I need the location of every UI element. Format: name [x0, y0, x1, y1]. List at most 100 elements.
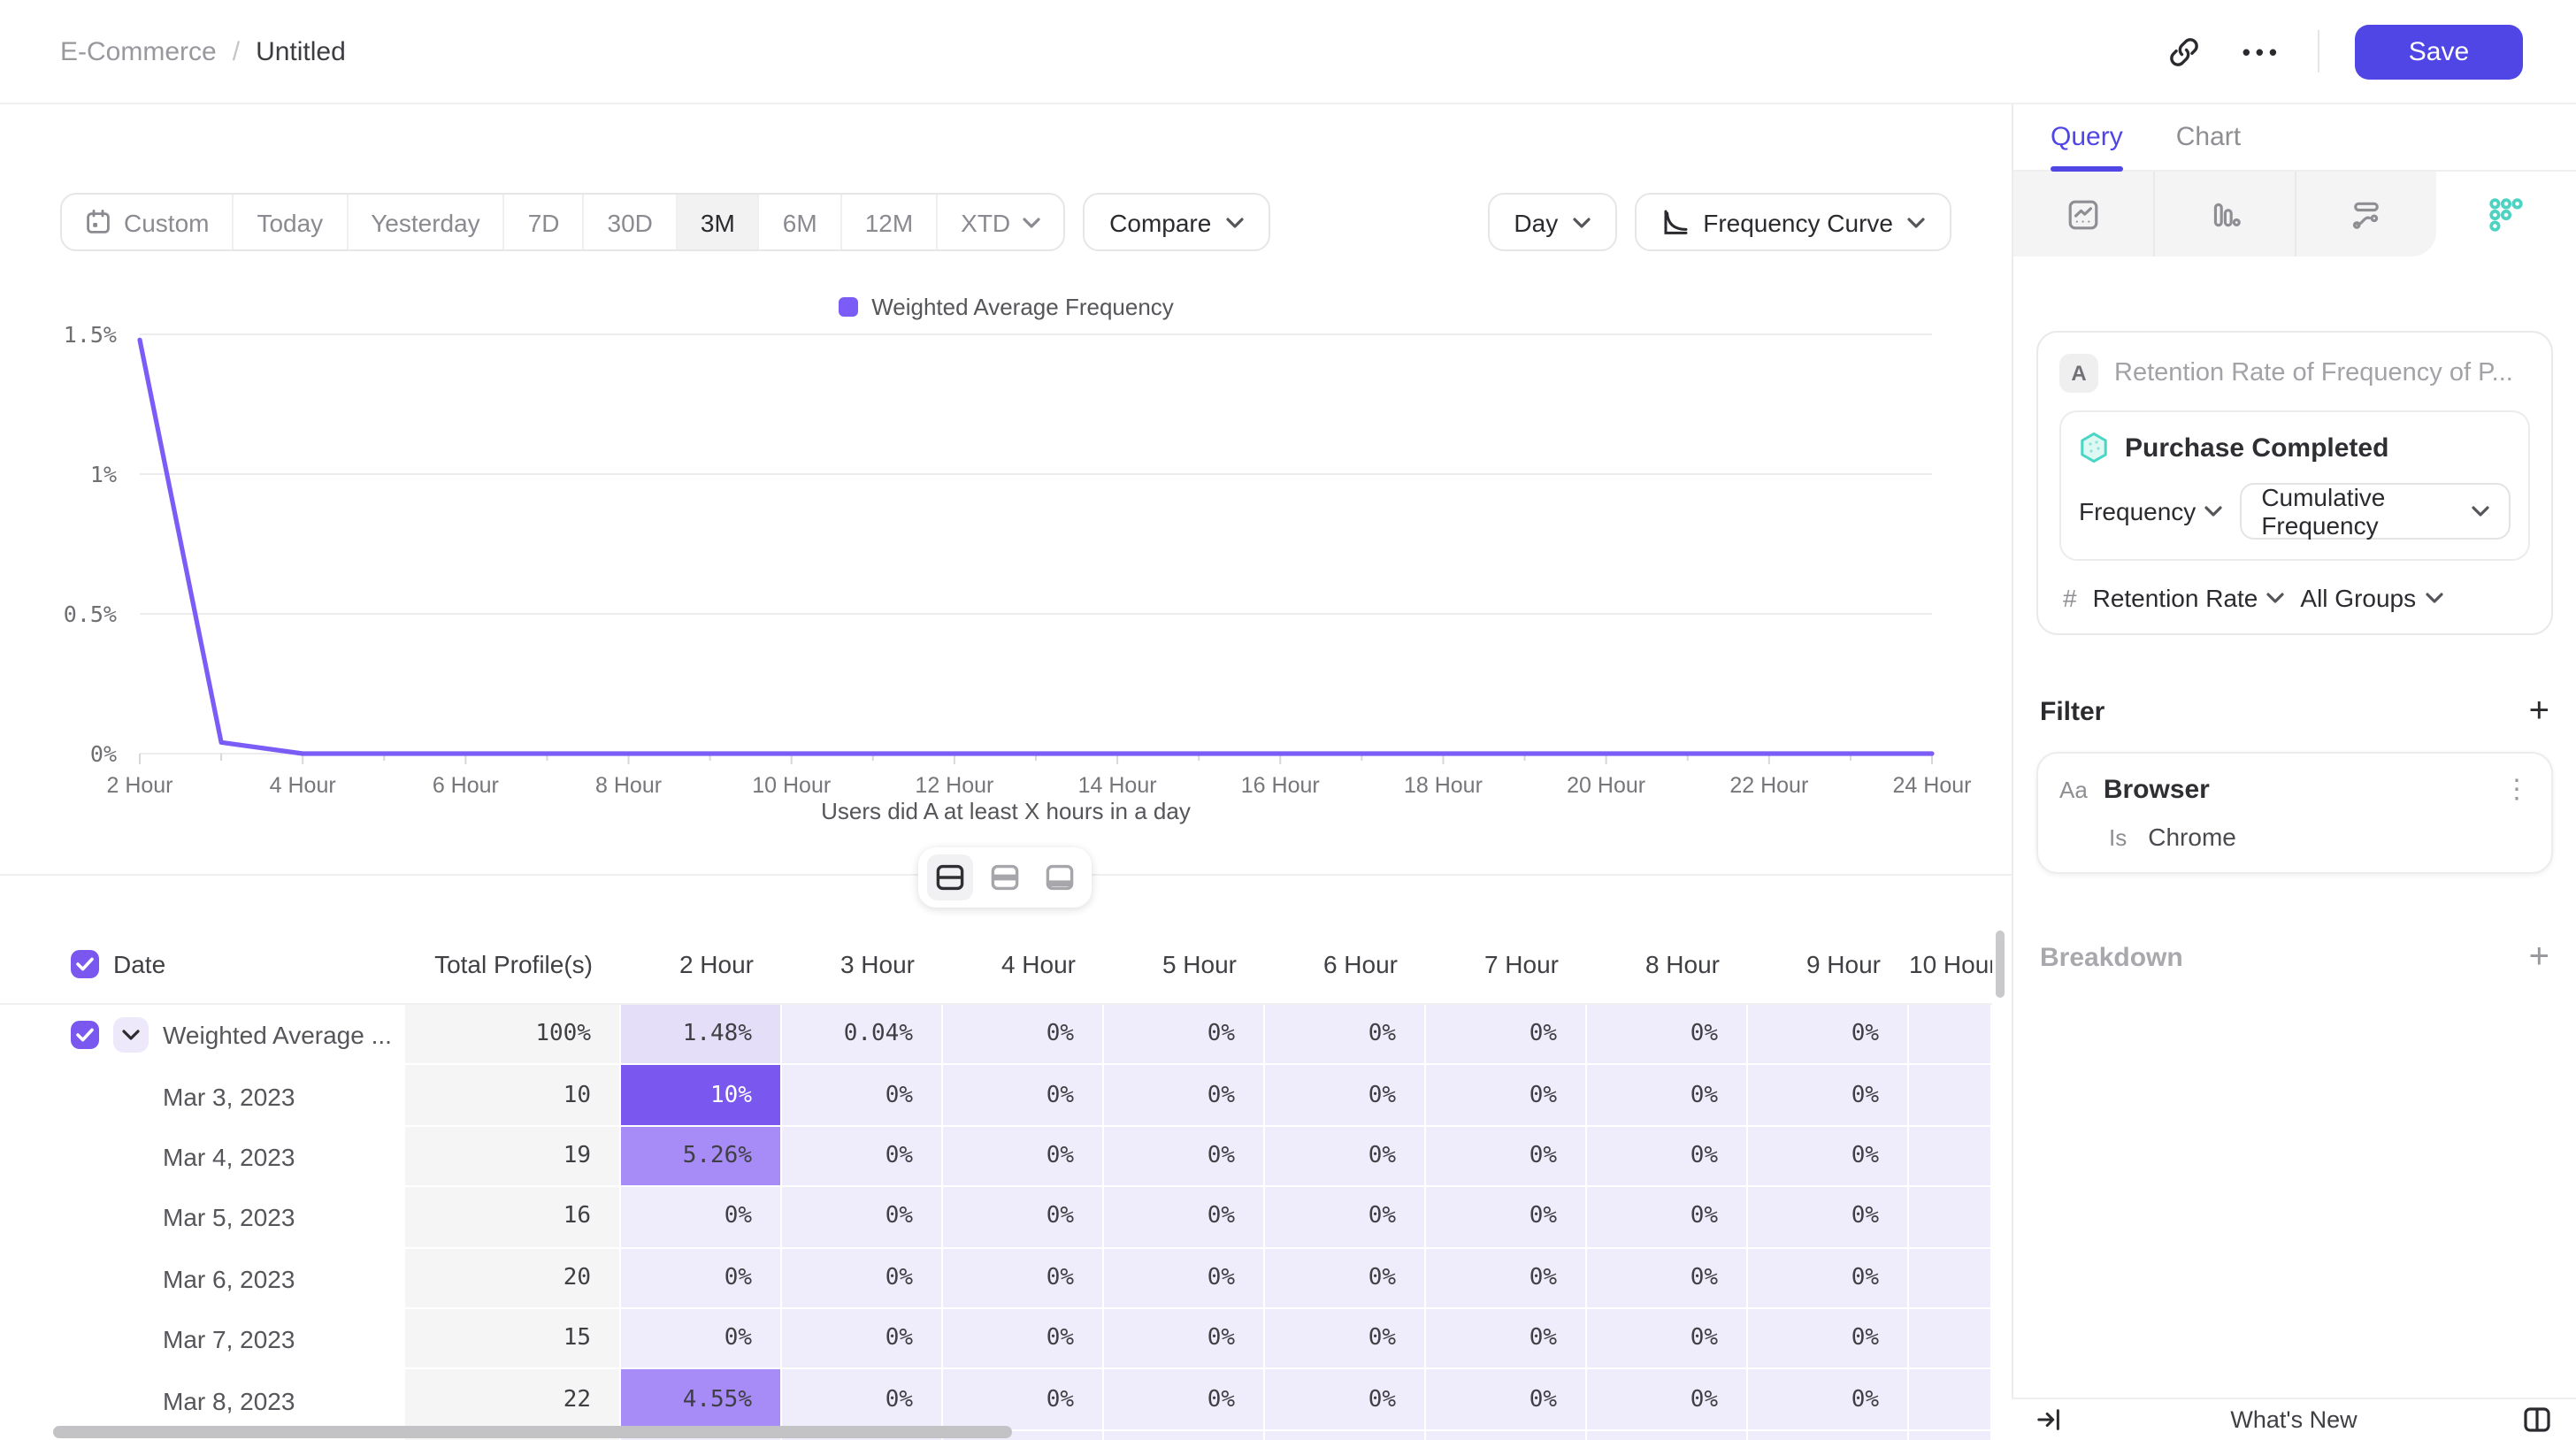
- table-cell: 0%: [1748, 1248, 1909, 1309]
- summary-row: Weighted Average ... 100% 1.48% 0.04% 0%…: [0, 1005, 1992, 1066]
- breadcrumb-project[interactable]: E-Commerce: [60, 36, 217, 66]
- table-cell-clipped: [1909, 1370, 1992, 1431]
- frequency-mode-dropdown[interactable]: Cumulative Frequency: [2240, 483, 2511, 540]
- table-cell: 0%: [782, 1187, 943, 1248]
- date-cell: Mar 4, 2023: [0, 1127, 405, 1188]
- svg-text:4 Hour: 4 Hour: [270, 773, 336, 798]
- table-horizontal-scrollbar[interactable]: [53, 1426, 1012, 1438]
- date-cell: Mar 3, 2023: [0, 1066, 405, 1127]
- table-row: Mar 5, 2023 16 0% 0% 0% 0% 0% 0% 0% 0%: [0, 1187, 1992, 1248]
- frequency-dropdown[interactable]: Frequency: [2079, 497, 2222, 525]
- table-cell: 0%: [1426, 1066, 1587, 1127]
- groups-dropdown[interactable]: All Groups: [2300, 584, 2442, 612]
- layout-bottom-panel-button[interactable]: [1037, 854, 1083, 900]
- svg-text:0%: 0%: [90, 741, 117, 767]
- filter-value[interactable]: Chrome: [2148, 823, 2236, 851]
- more-menu-icon[interactable]: •••: [2242, 38, 2282, 65]
- event-name: Purchase Completed: [2125, 433, 2388, 463]
- save-button[interactable]: Save: [2355, 24, 2523, 79]
- layout-split-horizontal-button[interactable]: [927, 854, 973, 900]
- funnels-tab[interactable]: [2155, 172, 2296, 257]
- event-controls: Frequency Cumulative Frequency: [2079, 483, 2511, 540]
- table-cell-clipped: [1909, 1005, 1992, 1066]
- total-cell: 19: [405, 1127, 621, 1188]
- frequency-chart-canvas[interactable]: 1.5%1%0.5%0%2 Hour4 Hour6 Hour8 Hour10 H…: [0, 212, 2012, 814]
- header-4hour: 4 Hour: [943, 923, 1104, 1003]
- table-cell: 0%: [1265, 1127, 1426, 1188]
- total-cell: 10: [405, 1066, 621, 1127]
- row-checkbox[interactable]: [71, 1021, 99, 1049]
- table-cell: 0%: [943, 1005, 1104, 1066]
- expand-row-button[interactable]: [113, 1017, 149, 1053]
- table-cell: 0%: [1426, 1370, 1587, 1431]
- collapse-panel-icon[interactable]: [2036, 1406, 2063, 1433]
- chevron-down-icon: [2204, 506, 2222, 517]
- chevron-down-icon: [122, 1030, 140, 1040]
- x-axis-title: Users did A at least X hours in a day: [0, 798, 2012, 824]
- svg-text:2 Hour: 2 Hour: [106, 773, 172, 798]
- select-all-checkbox[interactable]: [71, 949, 99, 977]
- top-bar: E-Commerce / Untitled ••• Save: [0, 0, 2576, 104]
- bottom-panel-icon: [1042, 860, 1077, 895]
- step-title[interactable]: Retention Rate of Frequency of P...: [2114, 359, 2513, 387]
- tab-query[interactable]: Query: [2051, 104, 2123, 170]
- report-title[interactable]: Untitled: [256, 36, 346, 66]
- query-builder-panel: Query Chart: [2012, 104, 2576, 1440]
- table-cell: 0%: [1104, 1309, 1265, 1370]
- flows-icon: [2350, 197, 2383, 231]
- table-row: Mar 3, 2023 10 10% 0% 0% 0% 0% 0% 0% 0%: [0, 1066, 1992, 1127]
- table-header-row: Date Total Profile(s) 2 Hour 3 Hour 4 Ho…: [0, 923, 1992, 1005]
- svg-text:0.5%: 0.5%: [64, 601, 117, 627]
- table-cell: 0%: [621, 1187, 782, 1248]
- table-vertical-scrollbar[interactable]: [1996, 931, 2005, 998]
- add-breakdown-button[interactable]: +: [2529, 939, 2549, 975]
- tab-chart[interactable]: Chart: [2176, 104, 2241, 170]
- table-cell: 0%: [943, 1127, 1104, 1188]
- header-9hour: 9 Hour: [1748, 923, 1909, 1003]
- query-step-card: A Retention Rate of Frequency of P... Pu…: [2036, 331, 2553, 635]
- analytics-app: E-Commerce / Untitled ••• Save: [0, 0, 2576, 1440]
- table-row: Mar 7, 2023 15 0% 0% 0% 0% 0% 0% 0% 0%: [0, 1309, 1992, 1370]
- table-row: Mar 4, 2023 19 5.26% 0% 0% 0% 0% 0% 0% 0…: [0, 1127, 1992, 1188]
- table-cell: 0%: [943, 1187, 1104, 1248]
- filter-section-header: Filter +: [2036, 693, 2553, 729]
- step-letter-badge: A: [2059, 354, 2098, 393]
- measure-dropdown[interactable]: Retention Rate: [2093, 584, 2285, 612]
- table-cell: 0%: [1587, 1309, 1748, 1370]
- svg-text:22 Hour: 22 Hour: [1729, 773, 1808, 798]
- filter-operator[interactable]: Is: [2109, 823, 2127, 850]
- add-filter-button[interactable]: +: [2529, 693, 2549, 729]
- copy-link-icon[interactable]: [2161, 28, 2207, 74]
- table-cell: 0%: [1426, 1187, 1587, 1248]
- table-cell: 0%: [1104, 1005, 1265, 1066]
- filter-card: Aa Browser ⋮ Is Chrome: [2036, 752, 2553, 874]
- date-cell: Mar 8, 2023: [0, 1370, 405, 1431]
- layout-middle-panel-button[interactable]: [982, 854, 1028, 900]
- filter-title: Filter: [2040, 696, 2104, 726]
- table-cell: 5.26%: [621, 1127, 782, 1188]
- header-date: Date: [0, 923, 405, 1003]
- table-cell: 0%: [1587, 1248, 1748, 1309]
- side-panel-icon[interactable]: [2523, 1406, 2551, 1433]
- table-cell: 0%: [943, 1309, 1104, 1370]
- total-cell: 16: [405, 1187, 621, 1248]
- svg-text:1%: 1%: [90, 462, 117, 487]
- table-cell: 0%: [1587, 1066, 1748, 1127]
- step-header: A Retention Rate of Frequency of P...: [2059, 354, 2530, 393]
- table-cell: 0%: [1587, 1370, 1748, 1431]
- table-cell: 0%: [621, 1309, 782, 1370]
- insights-tab[interactable]: [2013, 172, 2155, 257]
- header-10hour-clipped: 10 Hour: [1909, 923, 1992, 1003]
- split-horizontal-icon: [932, 860, 968, 895]
- table-cell-clipped: [1909, 1248, 1992, 1309]
- measurement-row: # Retention Rate All Groups: [2059, 584, 2530, 612]
- whats-new-link[interactable]: What's New: [2012, 1406, 2576, 1433]
- table-cell: 1.48%: [621, 1005, 782, 1066]
- date-cell: Mar 7, 2023: [0, 1309, 405, 1370]
- filter-kebab-icon[interactable]: ⋮: [2503, 777, 2530, 803]
- flows-tab[interactable]: [2296, 172, 2436, 257]
- table-cell: [1748, 1430, 1909, 1440]
- event-row[interactable]: Purchase Completed: [2079, 432, 2511, 463]
- filter-property[interactable]: Browser: [2104, 775, 2488, 805]
- retention-tab-selected[interactable]: [2436, 172, 2576, 257]
